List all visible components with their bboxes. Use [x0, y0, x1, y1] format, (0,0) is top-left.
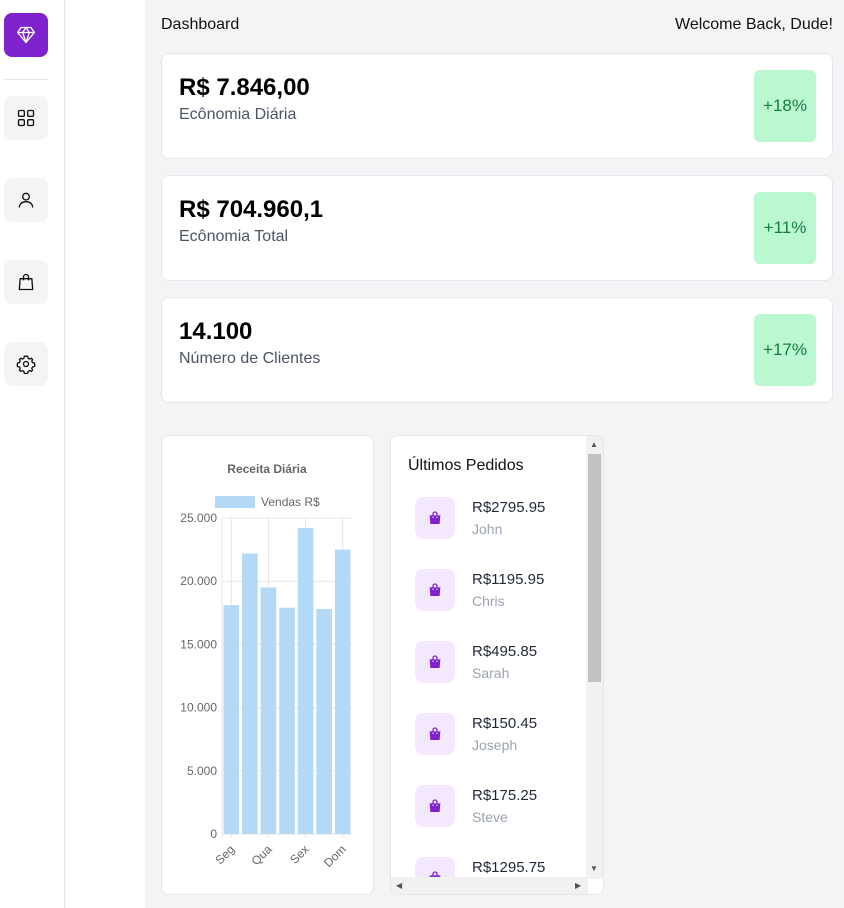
stat-label: Ecônomia Diária: [179, 106, 297, 123]
y-tick-label: 5.000: [187, 764, 217, 778]
order-amount: R$1295.75: [472, 859, 546, 876]
main-content: Dashboard Welcome Back, Dude! R$ 7.846,0…: [145, 0, 844, 908]
shopping-bag-icon: [429, 583, 441, 596]
sidebar-item-customers[interactable]: [4, 178, 48, 222]
orders-vertical-scrollbar[interactable]: ▲ ▼: [586, 436, 603, 879]
user-icon: [18, 192, 34, 208]
y-tick-label: 10.000: [180, 701, 217, 715]
y-tick-label: 20.000: [180, 574, 217, 588]
x-tick-label: Sex: [287, 842, 312, 867]
stat-value: R$ 7.846,00: [179, 74, 310, 101]
bar: [279, 607, 295, 834]
shopping-bag-icon: [429, 727, 441, 740]
order-item[interactable]: R$175.25 Steve: [415, 785, 585, 827]
sidebar-spacer: [65, 0, 145, 908]
order-item[interactable]: R$495.85 Sarah: [415, 641, 585, 683]
revenue-chart-card: Receita Diária Vendas R$ 0 5.000 10.000 15.00…: [161, 435, 374, 895]
y-tick-label: 15.000: [180, 637, 217, 651]
bar: [223, 605, 240, 834]
gear-icon: [16, 355, 36, 374]
bar: [260, 587, 277, 834]
stat-label: Ecônomia Total: [179, 228, 289, 245]
diamond-icon: [17, 26, 35, 44]
bar: [242, 553, 258, 834]
order-amount: R$1195.95: [472, 571, 545, 588]
order-item[interactable]: R$150.45 Joseph: [415, 713, 585, 755]
shopping-bag-icon: [429, 511, 441, 524]
orders-horizontal-scrollbar[interactable]: ◀ ▶: [391, 877, 588, 894]
stat-value: R$ 704.960,1: [179, 196, 324, 223]
stat-change-badge: +11%: [754, 192, 816, 264]
order-icon-box: [415, 641, 455, 683]
sidebar-item-settings[interactable]: [4, 342, 48, 386]
stat-card-total-savings: R$ 704.960,1 Ecônomia Total +11%: [161, 175, 833, 281]
order-customer-name: Sarah: [472, 665, 510, 681]
stat-label: Número de Clientes: [179, 350, 321, 367]
order-icon-box: [415, 785, 455, 827]
scroll-left-icon[interactable]: ◀: [396, 881, 402, 890]
order-icon-box: [415, 713, 455, 755]
order-amount: R$150.45: [472, 715, 538, 732]
y-tick-label: 25.000: [180, 511, 217, 525]
recent-orders-card[interactable]: Últimos Pedidos R$2795.95 John R$1195.95 Ch…: [390, 435, 604, 895]
logo-button[interactable]: [4, 13, 48, 57]
welcome-text: Welcome Back, Dude!: [675, 16, 833, 33]
orders-title: Últimos Pedidos: [408, 457, 524, 474]
stat-card-daily-savings: R$ 7.846,00 Ecônomia Diária +18%: [161, 53, 833, 159]
sidebar: [0, 0, 65, 908]
order-customer-name: Chris: [472, 593, 505, 609]
scrollbar-thumb[interactable]: [588, 454, 601, 682]
order-customer-name: John: [472, 521, 503, 537]
scroll-down-icon[interactable]: ▼: [590, 864, 598, 873]
order-amount: R$175.25: [472, 787, 538, 804]
order-amount: R$2795.95: [472, 499, 546, 516]
x-tick-label: Seg: [212, 842, 237, 867]
order-customer-name: Joseph: [472, 737, 518, 753]
shopping-bag-icon: [429, 799, 441, 812]
shopping-bag-icon: [429, 655, 441, 668]
stat-card-customers: 14.100 Número de Clientes +17%: [161, 297, 833, 403]
sidebar-divider: [4, 79, 48, 80]
bar: [334, 549, 351, 834]
bar: [297, 528, 314, 834]
order-customer-name: Steve: [472, 809, 508, 825]
stat-change-badge: +18%: [754, 70, 816, 142]
scroll-right-icon[interactable]: ▶: [575, 881, 581, 890]
sidebar-item-orders[interactable]: [4, 260, 48, 304]
page-title: Dashboard: [161, 16, 240, 33]
sidebar-item-dashboard[interactable]: [4, 96, 48, 140]
grid-icon: [17, 109, 35, 127]
legend-label: Vendas R$: [261, 495, 320, 509]
x-tick-label: Qua: [249, 842, 275, 868]
revenue-chart: Receita Diária Vendas R$ 0 5.000 10.000 15.00…: [180, 462, 352, 870]
order-item[interactable]: R$2795.95 John: [415, 497, 585, 539]
order-icon-box: [415, 569, 455, 611]
stat-value: 14.100: [179, 318, 253, 345]
order-amount: R$495.85: [472, 643, 538, 660]
chart-title: Receita Diária: [227, 462, 307, 476]
bar: [316, 609, 332, 834]
scroll-up-icon[interactable]: ▲: [590, 440, 598, 449]
order-item[interactable]: R$1195.95 Chris: [415, 569, 585, 611]
x-tick-label: Dom: [321, 842, 349, 870]
top-bar: Dashboard Welcome Back, Dude!: [161, 16, 833, 36]
order-icon-box: [415, 497, 455, 539]
legend-swatch: [215, 496, 255, 508]
stat-change-badge: +17%: [754, 314, 816, 386]
y-tick-label: 0: [210, 827, 217, 841]
shopping-bag-icon: [18, 273, 34, 291]
